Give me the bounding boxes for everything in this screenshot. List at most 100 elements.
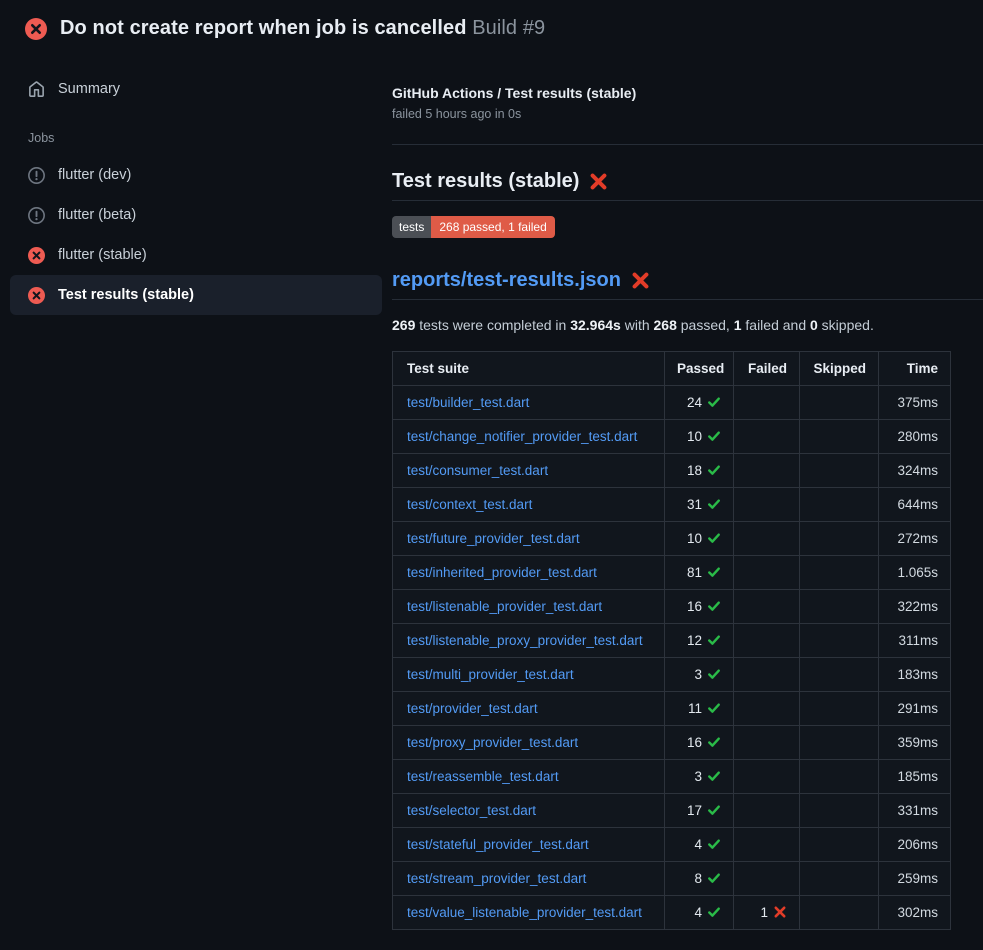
- test-suite-link[interactable]: test/reassemble_test.dart: [407, 769, 559, 784]
- check-icon: [707, 463, 721, 477]
- table-row: test/value_listenable_provider_test.dart…: [393, 896, 951, 930]
- check-icon: [707, 531, 721, 545]
- time-cell: 331ms: [879, 794, 951, 828]
- time-cell: 206ms: [879, 828, 951, 862]
- skipped-cell: [800, 794, 879, 828]
- table-body: test/builder_test.dart 24 375ms test/cha…: [393, 386, 951, 930]
- column-header-skipped: Skipped: [800, 352, 879, 386]
- test-suite-link[interactable]: test/listenable_proxy_provider_test.dart: [407, 633, 643, 648]
- sidebar-job-label: flutter (dev): [58, 167, 131, 183]
- check-icon: [707, 701, 721, 715]
- failed-cell: [734, 590, 800, 624]
- table-row: test/multi_provider_test.dart 3 183ms: [393, 658, 951, 692]
- report-file-link[interactable]: reports/test-results.json: [392, 269, 621, 292]
- sidebar-job-item[interactable]: flutter (beta): [10, 195, 382, 235]
- passed-cell: 4: [665, 896, 734, 930]
- test-suite-link[interactable]: test/listenable_provider_test.dart: [407, 599, 602, 614]
- skipped-cell: [800, 658, 879, 692]
- test-suite-link[interactable]: test/multi_provider_test.dart: [407, 667, 574, 682]
- table-row: test/consumer_test.dart 18 324ms: [393, 454, 951, 488]
- check-icon: [707, 497, 721, 511]
- test-suite-cell: test/stream_provider_test.dart: [393, 862, 665, 896]
- failed-cell: [734, 692, 800, 726]
- test-suite-link[interactable]: test/change_notifier_provider_test.dart: [407, 429, 637, 444]
- time-cell: 272ms: [879, 522, 951, 556]
- check-icon: [707, 667, 721, 681]
- skipped-cell: [800, 386, 879, 420]
- x-circle-icon: [28, 287, 45, 304]
- test-suite-cell: test/context_test.dart: [393, 488, 665, 522]
- main-content: GitHub Actions / Test results (stable) f…: [392, 53, 983, 930]
- failed-cell: [734, 386, 800, 420]
- sidebar: Summary Jobs flutter (dev) flutter (beta…: [0, 53, 392, 315]
- column-header-test-suite: Test suite: [393, 352, 665, 386]
- skipped-cell: [800, 896, 879, 930]
- table-row: test/change_notifier_provider_test.dart …: [393, 420, 951, 454]
- skipped-cell: [800, 726, 879, 760]
- time-cell: 359ms: [879, 726, 951, 760]
- time-cell: 644ms: [879, 488, 951, 522]
- passed-cell: 17: [665, 794, 734, 828]
- test-suite-cell: test/builder_test.dart: [393, 386, 665, 420]
- test-suite-link[interactable]: test/builder_test.dart: [407, 395, 529, 410]
- passed-cell: 11: [665, 692, 734, 726]
- failed-cell: [734, 658, 800, 692]
- job-status-line: failed 5 hours ago in 0s: [392, 107, 983, 121]
- check-icon: [707, 837, 721, 851]
- test-suite-link[interactable]: test/context_test.dart: [407, 497, 532, 512]
- cross-icon: [631, 271, 650, 290]
- check-icon: [707, 429, 721, 443]
- test-suite-cell: test/stateful_provider_test.dart: [393, 828, 665, 862]
- test-suite-link[interactable]: test/stream_provider_test.dart: [407, 871, 586, 886]
- check-icon: [707, 803, 721, 817]
- test-suite-link[interactable]: test/provider_test.dart: [407, 701, 538, 716]
- check-icon: [707, 565, 721, 579]
- skipped-cell: [800, 862, 879, 896]
- failed-cell: [734, 522, 800, 556]
- table-row: test/listenable_provider_test.dart 16 32…: [393, 590, 951, 624]
- test-suite-link[interactable]: test/future_provider_test.dart: [407, 531, 580, 546]
- page-header: Do not create report when job is cancell…: [0, 0, 983, 53]
- sidebar-job-item[interactable]: flutter (stable): [10, 235, 382, 275]
- passed-cell: 12: [665, 624, 734, 658]
- test-suite-link[interactable]: test/value_listenable_provider_test.dart: [407, 905, 642, 920]
- test-suite-link[interactable]: test/consumer_test.dart: [407, 463, 548, 478]
- passed-cell: 8: [665, 862, 734, 896]
- x-circle-icon: [28, 247, 45, 264]
- table-row: test/inherited_provider_test.dart 81 1.0…: [393, 556, 951, 590]
- skipped-cell: [800, 454, 879, 488]
- skipped-cell: [800, 488, 879, 522]
- sidebar-job-label: Test results (stable): [58, 287, 194, 303]
- time-cell: 280ms: [879, 420, 951, 454]
- table-row: test/stream_provider_test.dart 8 259ms: [393, 862, 951, 896]
- time-cell: 259ms: [879, 862, 951, 896]
- failed-cell: [734, 828, 800, 862]
- test-suite-link[interactable]: test/proxy_provider_test.dart: [407, 735, 578, 750]
- test-suite-link[interactable]: test/stateful_provider_test.dart: [407, 837, 589, 852]
- test-suite-cell: test/consumer_test.dart: [393, 454, 665, 488]
- table-row: test/proxy_provider_test.dart 16 359ms: [393, 726, 951, 760]
- table-row: test/context_test.dart 31 644ms: [393, 488, 951, 522]
- time-cell: 322ms: [879, 590, 951, 624]
- badge-label: tests: [392, 216, 431, 238]
- cross-icon: [589, 172, 608, 191]
- passed-cell: 16: [665, 590, 734, 624]
- sidebar-job-item[interactable]: flutter (dev): [10, 155, 382, 195]
- sidebar-job-item[interactable]: Test results (stable): [10, 275, 382, 315]
- test-results-table: Test suite Passed Failed Skipped Time te…: [392, 351, 951, 930]
- column-header-passed: Passed: [665, 352, 734, 386]
- passed-cell: 3: [665, 760, 734, 794]
- divider: [392, 144, 983, 145]
- passed-cell: 3: [665, 658, 734, 692]
- workflow-breadcrumb: GitHub Actions / Test results (stable): [392, 85, 983, 101]
- section-heading: Test results (stable): [392, 170, 983, 193]
- test-suite-link[interactable]: test/selector_test.dart: [407, 803, 536, 818]
- table-row: test/future_provider_test.dart 10 272ms: [393, 522, 951, 556]
- failed-cell: [734, 454, 800, 488]
- report-heading: reports/test-results.json: [392, 269, 983, 292]
- skipped-cell: [800, 760, 879, 794]
- passed-cell: 81: [665, 556, 734, 590]
- sidebar-item-summary[interactable]: Summary: [10, 69, 382, 109]
- test-suite-link[interactable]: test/inherited_provider_test.dart: [407, 565, 597, 580]
- test-suite-cell: test/change_notifier_provider_test.dart: [393, 420, 665, 454]
